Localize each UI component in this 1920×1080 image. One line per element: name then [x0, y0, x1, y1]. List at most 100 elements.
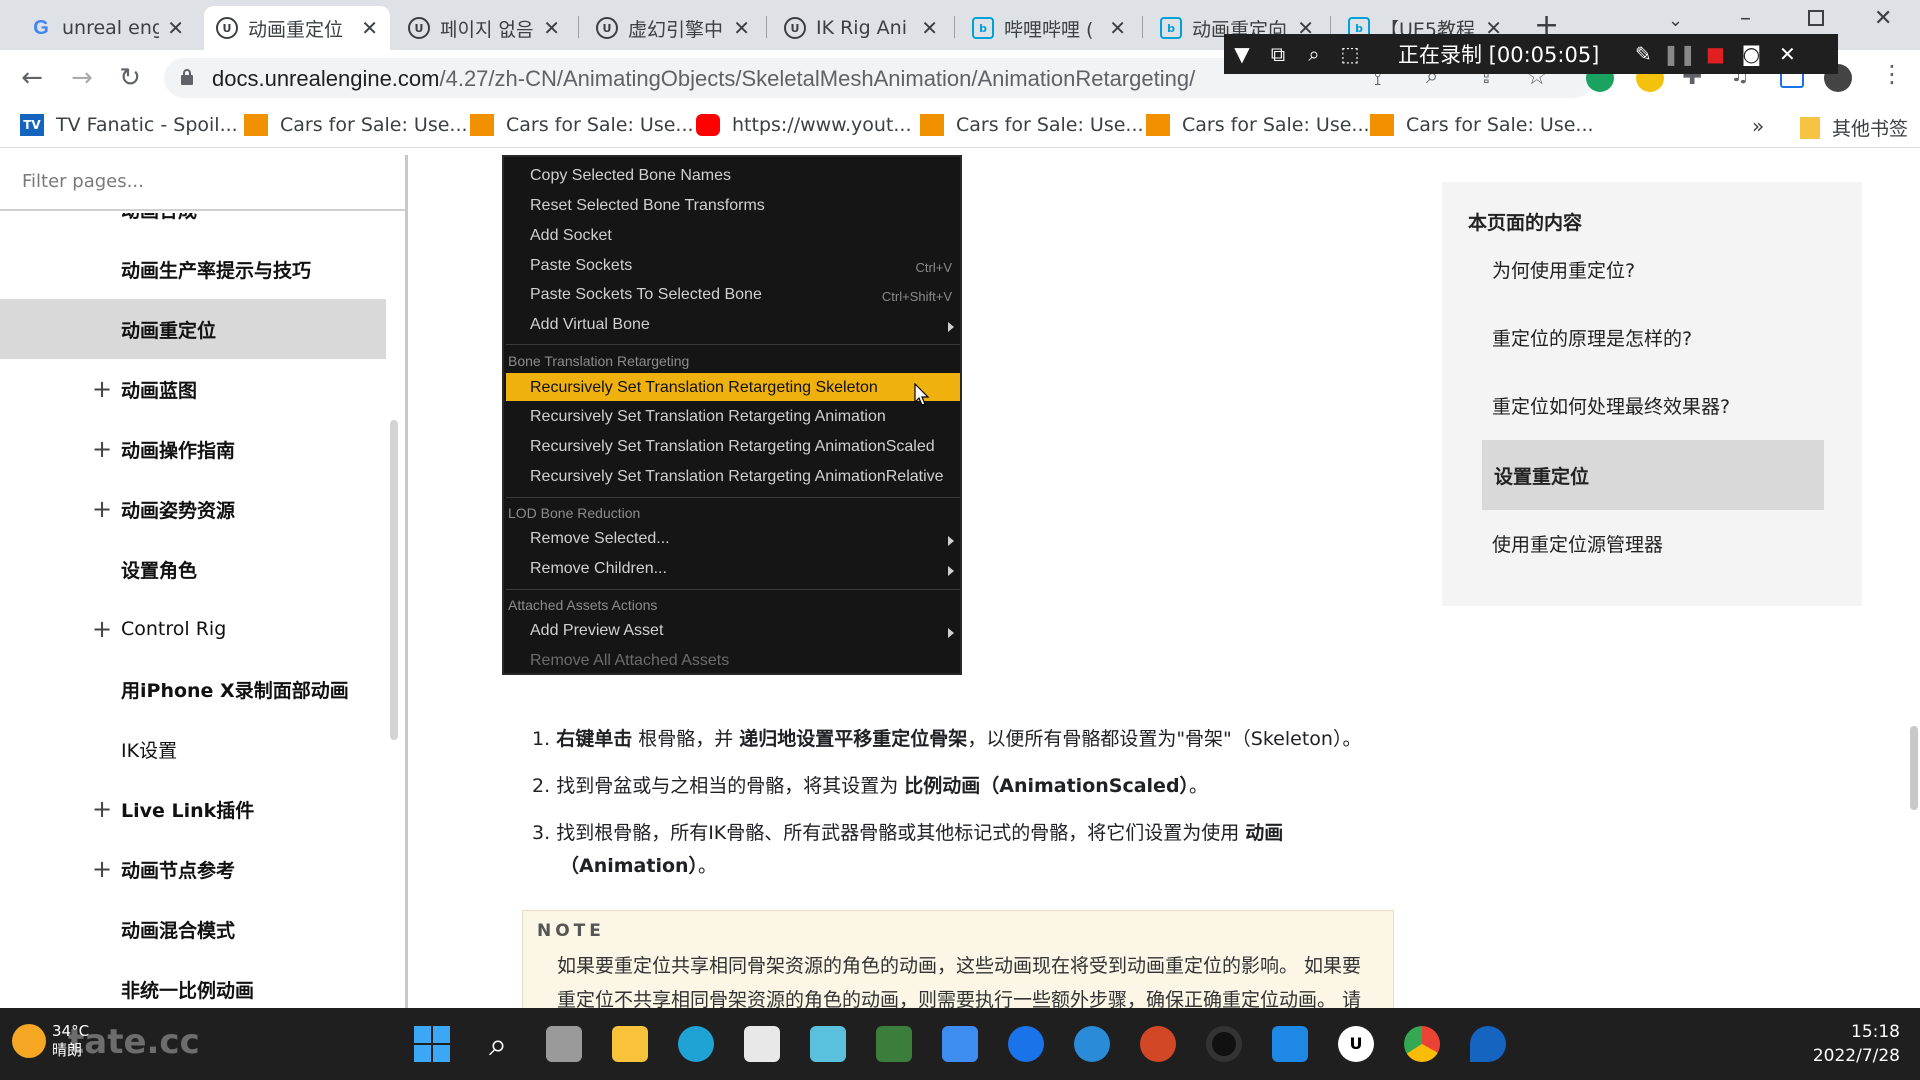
windows-taskbar: 34°C 晴朗 tate.cc ⌕ U 15:18 2022/7/28 [0, 1008, 1920, 1080]
step-number: 1. [532, 728, 551, 750]
url-text[interactable]: docs.unrealengine.com/4.27/zh-CN/Animati… [212, 66, 1195, 92]
bookmark-item[interactable]: TV TV Fanatic - Spoil... [20, 114, 238, 136]
file-explorer-icon[interactable] [612, 1026, 648, 1062]
toc-item[interactable]: 重定位的原理是怎样的? [1492, 324, 1692, 351]
submenu-arrow-icon [948, 322, 954, 332]
toc-item[interactable]: 使用重定位源管理器 [1492, 530, 1663, 557]
back-button[interactable]: ← [16, 62, 48, 94]
app-icon[interactable] [1074, 1026, 1110, 1062]
close-window-button[interactable]: ✕ [1874, 6, 1892, 31]
sidebar-item[interactable]: + 动画蓝图 [0, 359, 386, 419]
bookmark-item[interactable]: Cars for Sale: Use... [244, 114, 468, 136]
app-icon[interactable] [876, 1026, 912, 1062]
close-tab-icon[interactable]: ✕ [1109, 16, 1126, 40]
bookmark-item[interactable]: Cars for Sale: Use... [920, 114, 1144, 136]
camera-icon[interactable]: ◙ [1733, 42, 1769, 66]
bookmark-item[interactable]: Cars for Sale: Use... [470, 114, 694, 136]
sidebar-item-active[interactable]: 动画重定位 [0, 299, 386, 359]
app-icon[interactable] [1470, 1026, 1506, 1062]
tab-unreal-engine-cn[interactable]: U 虚幻引擎中 ✕ [584, 6, 762, 50]
store-icon[interactable] [744, 1026, 780, 1062]
windows-start-icon[interactable] [414, 1026, 450, 1062]
bookmarks-bar: TV TV Fanatic - Spoil... Cars for Sale: U… [0, 106, 1920, 148]
sidebar-item[interactable]: + 动画操作指南 [0, 419, 386, 479]
system-clock[interactable]: 15:18 2022/7/28 [1813, 1020, 1900, 1068]
tab-ik-rig[interactable]: U IK Rig Ani ✕ [772, 6, 950, 50]
restore-button[interactable] [1808, 10, 1824, 26]
stop-icon[interactable]: ■ [1697, 42, 1733, 66]
sidebar-scrollbar[interactable] [390, 420, 398, 740]
sidebar-item[interactable]: + Control Rig [0, 599, 386, 659]
region-select-icon[interactable]: ⬚ [1332, 42, 1368, 66]
sidebar-item[interactable]: 非统一比例动画 [0, 959, 386, 1008]
close-tab-icon[interactable]: ✕ [361, 16, 378, 40]
pause-icon[interactable]: ❚❚ [1661, 42, 1697, 66]
app-icon[interactable] [810, 1026, 846, 1062]
zoom-icon[interactable]: ⌕ [1296, 42, 1332, 66]
toc-item[interactable]: 重定位如何处理最终效果器? [1492, 392, 1730, 419]
tab-search-chevron-icon[interactable]: ⌄ [1668, 10, 1683, 31]
menu-item: Paste Sockets To Selected Bone [530, 286, 762, 303]
tab-page-not-found[interactable]: U 페이지 없음 ✕ [396, 6, 572, 50]
record-icon[interactable] [1206, 1026, 1242, 1062]
video-player-icon[interactable] [1272, 1026, 1308, 1062]
task-view-icon[interactable] [546, 1026, 582, 1062]
forward-button[interactable]: → [66, 62, 98, 94]
tab-animation-retargeting[interactable]: U 动画重定位 ✕ [204, 6, 390, 50]
sidebar-item[interactable]: + 动画节点参考 [0, 839, 386, 899]
cars-icon [920, 114, 944, 136]
unreal-engine-icon[interactable]: U [1338, 1026, 1374, 1062]
window-mode-icon[interactable]: ⧉ [1260, 42, 1296, 66]
toc-item-active[interactable]: 设置重定位 [1482, 440, 1824, 510]
step-bold: 右键单击 [556, 728, 633, 750]
sidebar-item[interactable]: 用iPhone X录制面部动画 [0, 659, 386, 719]
reload-button[interactable]: ↻ [114, 62, 146, 94]
url-path: /4.27/zh-CN/AnimatingObjects/SkeletalMes… [439, 66, 1196, 91]
filter-pages-input[interactable]: Filter pages... [0, 155, 405, 211]
sidebar-item[interactable]: 动画生产率提示与技巧 [0, 239, 386, 299]
submenu-arrow-icon [948, 566, 954, 576]
menu-kebab-icon[interactable]: ⋮ [1880, 60, 1904, 88]
submenu-arrow-icon [948, 536, 954, 546]
expand-plus-icon[interactable]: + [92, 615, 112, 643]
sidebar-item[interactable]: + 动画姿势资源 [0, 479, 386, 539]
close-tab-icon[interactable]: ✕ [543, 16, 560, 40]
close-tab-icon[interactable]: ✕ [921, 16, 938, 40]
bookmark-item[interactable]: Cars for Sale: Use... [1146, 114, 1370, 136]
other-bookmarks-folder[interactable]: 其他书签 [1800, 114, 1908, 141]
powerpoint-icon[interactable] [1140, 1026, 1176, 1062]
recording-status: 正在录制 [00:05:05] [1398, 43, 1600, 67]
tab-bilibili[interactable]: b 哔哩哔哩 ( ✕ [960, 6, 1138, 50]
bookmark-item[interactable]: Cars for Sale: Use... [1370, 114, 1594, 136]
more-bookmarks-button[interactable]: » [1752, 114, 1764, 138]
close-tab-icon[interactable]: ✕ [733, 16, 750, 40]
lock-icon[interactable] [180, 68, 194, 86]
sidebar-item[interactable]: 设置角色 [0, 539, 386, 599]
close-recorder-icon[interactable]: ✕ [1769, 42, 1805, 66]
sidebar-item-label: IK设置 [121, 739, 178, 762]
expand-plus-icon[interactable]: + [92, 435, 112, 463]
tab-unreal-search[interactable]: G unreal eng ✕ [18, 6, 196, 50]
page-scrollbar[interactable] [1910, 726, 1918, 810]
sidebar-item[interactable]: 动画合成 [0, 213, 386, 239]
sidebar-item[interactable]: IK设置 [0, 719, 386, 779]
chrome-icon[interactable] [1404, 1026, 1440, 1062]
minimize-button[interactable]: – [1740, 6, 1751, 31]
edge-icon[interactable] [678, 1026, 714, 1062]
dropdown-icon[interactable]: ▼ [1224, 42, 1260, 66]
close-tab-icon[interactable]: ✕ [167, 16, 184, 40]
bookmark-item[interactable]: https://www.yout... [696, 114, 912, 136]
app-icon[interactable] [942, 1026, 978, 1062]
sidebar-item[interactable]: + Live Link插件 [0, 779, 386, 839]
expand-plus-icon[interactable]: + [92, 495, 112, 523]
expand-plus-icon[interactable]: + [92, 795, 112, 823]
expand-plus-icon[interactable]: + [92, 855, 112, 883]
step-3-continued: （Animation）。 [560, 851, 717, 878]
app-icon[interactable] [1008, 1026, 1044, 1062]
expand-plus-icon[interactable]: + [92, 375, 112, 403]
step-bold: 递归地设置平移重定位骨架 [739, 728, 968, 750]
toc-item[interactable]: 为何使用重定位? [1492, 256, 1635, 283]
search-icon[interactable]: ⌕ [480, 1026, 516, 1062]
sidebar-item[interactable]: 动画混合模式 [0, 899, 386, 959]
pen-icon[interactable]: ✎ [1625, 42, 1661, 66]
